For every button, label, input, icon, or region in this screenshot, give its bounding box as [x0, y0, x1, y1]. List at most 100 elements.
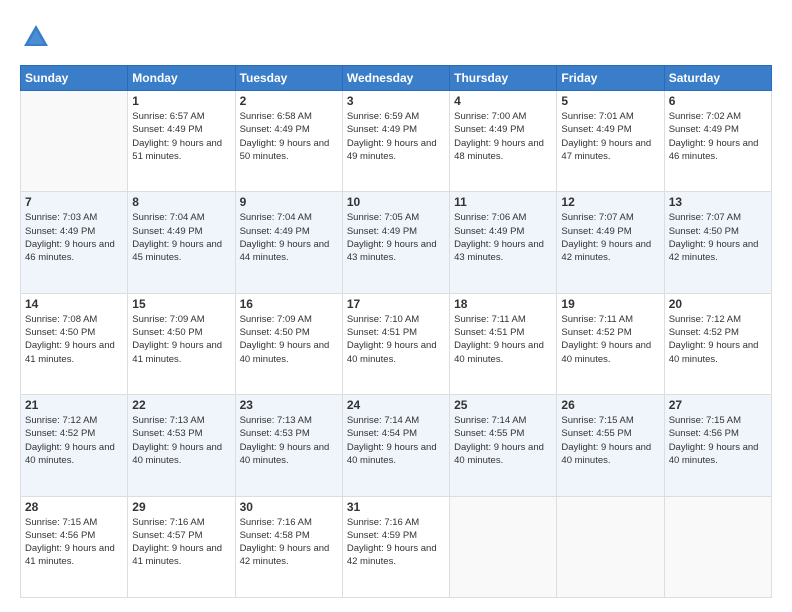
- day-number: 11: [454, 195, 552, 209]
- calendar-day-cell: 12Sunrise: 7:07 AMSunset: 4:49 PMDayligh…: [557, 192, 664, 293]
- day-info: Sunrise: 7:02 AMSunset: 4:49 PMDaylight:…: [669, 110, 767, 163]
- day-info: Sunrise: 7:03 AMSunset: 4:49 PMDaylight:…: [25, 211, 123, 264]
- day-number: 3: [347, 94, 445, 108]
- day-number: 23: [240, 398, 338, 412]
- calendar-day-cell: [21, 91, 128, 192]
- calendar-day-cell: 22 Sunrise: 7:13 AMSunset: 4:53 PMDayligh…: [128, 395, 235, 496]
- day-number: 7: [25, 195, 123, 209]
- calendar-day-cell: 18Sunrise: 7:11 AMSunset: 4:51 PMDayligh…: [450, 293, 557, 394]
- day-info: Sunrise: 7:01 AMSunset: 4:49 PMDaylight:…: [561, 110, 659, 163]
- day-info: Sunrise: 6:57 AMSunset: 4:49 PMDaylight:…: [132, 110, 230, 163]
- day-number: 20: [669, 297, 767, 311]
- day-info: Sunrise: 7:09 AMSunset: 4:50 PMDaylight:…: [240, 313, 338, 366]
- day-number: 17: [347, 297, 445, 311]
- calendar-week-row: 7 Sunrise: 7:03 AMSunset: 4:49 PMDaylight…: [21, 192, 772, 293]
- logo-general: [20, 22, 50, 55]
- day-number: 25: [454, 398, 552, 412]
- calendar-day-cell: 4 Sunrise: 7:00 AMSunset: 4:49 PMDaylight…: [450, 91, 557, 192]
- day-number: 16: [240, 297, 338, 311]
- calendar-day-cell: 6 Sunrise: 7:02 AMSunset: 4:49 PMDaylight…: [664, 91, 771, 192]
- day-info: Sunrise: 7:10 AMSunset: 4:51 PMDaylight:…: [347, 313, 445, 366]
- day-info: Sunrise: 7:14 AMSunset: 4:55 PMDaylight:…: [454, 414, 552, 467]
- day-number: 27: [669, 398, 767, 412]
- day-info: Sunrise: 7:12 AMSunset: 4:52 PMDaylight:…: [25, 414, 123, 467]
- day-info: Sunrise: 7:14 AMSunset: 4:54 PMDaylight:…: [347, 414, 445, 467]
- page: SundayMondayTuesdayWednesdayThursdayFrid…: [0, 0, 792, 612]
- day-info: Sunrise: 7:08 AMSunset: 4:50 PMDaylight:…: [25, 313, 123, 366]
- calendar-day-cell: 21 Sunrise: 7:12 AMSunset: 4:52 PMDayligh…: [21, 395, 128, 496]
- calendar-day-cell: 13 Sunrise: 7:07 AMSunset: 4:50 PMDayligh…: [664, 192, 771, 293]
- day-info: Sunrise: 6:58 AMSunset: 4:49 PMDaylight:…: [240, 110, 338, 163]
- weekday-header-saturday: Saturday: [664, 66, 771, 91]
- day-number: 5: [561, 94, 659, 108]
- calendar-day-cell: 11 Sunrise: 7:06 AMSunset: 4:49 PMDayligh…: [450, 192, 557, 293]
- calendar-day-cell: 10 Sunrise: 7:05 AMSunset: 4:49 PMDayligh…: [342, 192, 449, 293]
- day-info: Sunrise: 7:11 AMSunset: 4:51 PMDaylight:…: [454, 313, 552, 366]
- calendar-week-row: 21 Sunrise: 7:12 AMSunset: 4:52 PMDayligh…: [21, 395, 772, 496]
- day-info: Sunrise: 7:16 AMSunset: 4:57 PMDaylight:…: [132, 516, 230, 569]
- day-info: Sunrise: 7:06 AMSunset: 4:49 PMDaylight:…: [454, 211, 552, 264]
- day-number: 15: [132, 297, 230, 311]
- calendar-day-cell: 28 Sunrise: 7:15 AMSunset: 4:56 PMDayligh…: [21, 496, 128, 597]
- weekday-header-thursday: Thursday: [450, 66, 557, 91]
- weekday-header-sunday: Sunday: [21, 66, 128, 91]
- day-info: Sunrise: 7:15 AMSunset: 4:55 PMDaylight:…: [561, 414, 659, 467]
- calendar-day-cell: 23 Sunrise: 7:13 AMSunset: 4:53 PMDayligh…: [235, 395, 342, 496]
- calendar-week-row: 1 Sunrise: 6:57 AMSunset: 4:49 PMDaylight…: [21, 91, 772, 192]
- day-info: Sunrise: 7:16 AMSunset: 4:59 PMDaylight:…: [347, 516, 445, 569]
- day-number: 30: [240, 500, 338, 514]
- weekday-header-wednesday: Wednesday: [342, 66, 449, 91]
- day-info: Sunrise: 7:05 AMSunset: 4:49 PMDaylight:…: [347, 211, 445, 264]
- calendar-day-cell: 1 Sunrise: 6:57 AMSunset: 4:49 PMDaylight…: [128, 91, 235, 192]
- calendar-day-cell: 9Sunrise: 7:04 AMSunset: 4:49 PMDaylight…: [235, 192, 342, 293]
- day-number: 9: [240, 195, 338, 209]
- day-info: Sunrise: 7:09 AMSunset: 4:50 PMDaylight:…: [132, 313, 230, 366]
- day-number: 24: [347, 398, 445, 412]
- calendar-day-cell: 5 Sunrise: 7:01 AMSunset: 4:49 PMDaylight…: [557, 91, 664, 192]
- day-number: 22: [132, 398, 230, 412]
- day-number: 19: [561, 297, 659, 311]
- calendar-day-cell: 3 Sunrise: 6:59 AMSunset: 4:49 PMDaylight…: [342, 91, 449, 192]
- day-info: Sunrise: 7:13 AMSunset: 4:53 PMDaylight:…: [132, 414, 230, 467]
- calendar-table: SundayMondayTuesdayWednesdayThursdayFrid…: [20, 65, 772, 598]
- calendar-day-cell: 20 Sunrise: 7:12 AMSunset: 4:52 PMDayligh…: [664, 293, 771, 394]
- day-number: 13: [669, 195, 767, 209]
- calendar-day-cell: 19 Sunrise: 7:11 AMSunset: 4:52 PMDayligh…: [557, 293, 664, 394]
- calendar-day-cell: 29Sunrise: 7:16 AMSunset: 4:57 PMDayligh…: [128, 496, 235, 597]
- day-info: Sunrise: 7:07 AMSunset: 4:49 PMDaylight:…: [561, 211, 659, 264]
- day-number: 10: [347, 195, 445, 209]
- day-info: Sunrise: 7:12 AMSunset: 4:52 PMDaylight:…: [669, 313, 767, 366]
- day-number: 28: [25, 500, 123, 514]
- day-info: Sunrise: 7:16 AMSunset: 4:58 PMDaylight:…: [240, 516, 338, 569]
- header: [20, 18, 772, 55]
- day-info: Sunrise: 6:59 AMSunset: 4:49 PMDaylight:…: [347, 110, 445, 163]
- day-number: 1: [132, 94, 230, 108]
- day-info: Sunrise: 7:00 AMSunset: 4:49 PMDaylight:…: [454, 110, 552, 163]
- day-info: Sunrise: 7:15 AMSunset: 4:56 PMDaylight:…: [669, 414, 767, 467]
- day-number: 26: [561, 398, 659, 412]
- logo: [20, 22, 50, 55]
- calendar-day-cell: 2Sunrise: 6:58 AMSunset: 4:49 PMDaylight…: [235, 91, 342, 192]
- calendar-day-cell: 7 Sunrise: 7:03 AMSunset: 4:49 PMDaylight…: [21, 192, 128, 293]
- calendar-day-cell: 25 Sunrise: 7:14 AMSunset: 4:55 PMDayligh…: [450, 395, 557, 496]
- weekday-header-friday: Friday: [557, 66, 664, 91]
- day-info: Sunrise: 7:15 AMSunset: 4:56 PMDaylight:…: [25, 516, 123, 569]
- day-number: 4: [454, 94, 552, 108]
- calendar-day-cell: [664, 496, 771, 597]
- calendar-day-cell: 30 Sunrise: 7:16 AMSunset: 4:58 PMDayligh…: [235, 496, 342, 597]
- weekday-header-row: SundayMondayTuesdayWednesdayThursdayFrid…: [21, 66, 772, 91]
- calendar-day-cell: 26 Sunrise: 7:15 AMSunset: 4:55 PMDayligh…: [557, 395, 664, 496]
- logo-icon: [22, 22, 50, 50]
- calendar-day-cell: 16 Sunrise: 7:09 AMSunset: 4:50 PMDayligh…: [235, 293, 342, 394]
- calendar-day-cell: 27 Sunrise: 7:15 AMSunset: 4:56 PMDayligh…: [664, 395, 771, 496]
- day-number: 21: [25, 398, 123, 412]
- day-info: Sunrise: 7:13 AMSunset: 4:53 PMDaylight:…: [240, 414, 338, 467]
- calendar-day-cell: 14Sunrise: 7:08 AMSunset: 4:50 PMDayligh…: [21, 293, 128, 394]
- weekday-header-monday: Monday: [128, 66, 235, 91]
- calendar-day-cell: 8Sunrise: 7:04 AMSunset: 4:49 PMDaylight…: [128, 192, 235, 293]
- day-number: 6: [669, 94, 767, 108]
- calendar-day-cell: 24 Sunrise: 7:14 AMSunset: 4:54 PMDayligh…: [342, 395, 449, 496]
- day-info: Sunrise: 7:07 AMSunset: 4:50 PMDaylight:…: [669, 211, 767, 264]
- calendar-day-cell: [450, 496, 557, 597]
- day-info: Sunrise: 7:11 AMSunset: 4:52 PMDaylight:…: [561, 313, 659, 366]
